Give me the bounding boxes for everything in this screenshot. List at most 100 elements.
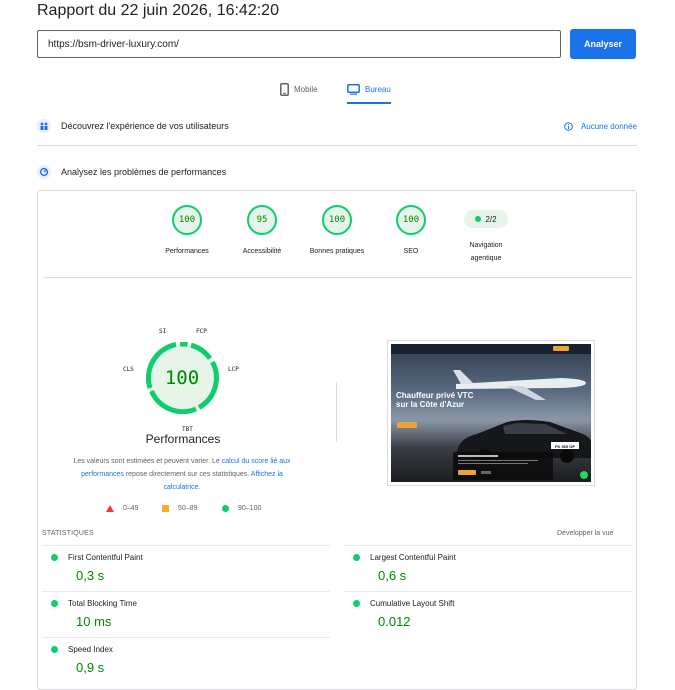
expand-view-toggle[interactable]: Développer la vue — [557, 530, 613, 537]
no-data-label: Aucune donnée — [581, 122, 637, 131]
performance-score: 100 — [137, 342, 227, 414]
gauge-label-lcp: LCP — [228, 366, 239, 373]
cookie-text-line — [458, 460, 538, 461]
site-book-button — [397, 422, 417, 428]
score-gauge: 100 — [322, 205, 352, 235]
score-label: Bonnes pratiques — [310, 245, 364, 258]
metric-value: 0.012 — [378, 614, 633, 629]
metric-si: Speed Index 0,9 s — [51, 645, 331, 675]
metric-cls: Cumulative Layout Shift 0.012 — [353, 599, 633, 629]
score-gauge: 100 — [172, 205, 202, 235]
pass-circle-icon — [222, 505, 229, 512]
agentic-label-line1: Navigation — [469, 242, 502, 249]
metric-name: Largest Contentful Paint — [370, 553, 456, 562]
metric-divider — [344, 545, 632, 546]
tab-desktop-label: Bureau — [365, 85, 391, 94]
field-data-section: Découvrez l'expérience de vos utilisateu… — [37, 118, 637, 134]
no-data-link[interactable]: Aucune donnée — [564, 122, 637, 131]
legend-fail-label: 0–49 — [123, 505, 139, 512]
score-label: SEO — [404, 245, 419, 258]
site-headline-line1: Chauffeur privé VTC — [396, 391, 473, 400]
tab-mobile[interactable]: Mobile — [280, 78, 318, 100]
section-divider — [37, 145, 637, 146]
score-best-practices[interactable]: 100 Bonnes pratiques — [302, 205, 372, 258]
cookie-accept-button — [458, 470, 476, 475]
pass-dot-icon — [51, 646, 58, 653]
metric-fcp: First Contentful Paint 0,3 s — [51, 553, 331, 583]
legend-pass-label: 90–100 — [238, 505, 261, 512]
gauge-label-si: SI — [159, 328, 166, 335]
score-agentic-navigation[interactable]: 2/2 Navigation agentique — [451, 205, 521, 265]
agentic-label-line2: agentique — [471, 255, 502, 262]
lab-data-section: Analysez les problèmes de performances — [37, 164, 637, 180]
score-label: Accessibilité — [243, 245, 282, 258]
site-cta-badge — [553, 346, 569, 351]
cookie-banner — [453, 452, 553, 480]
lab-icon — [37, 165, 51, 179]
metric-name: Speed Index — [68, 645, 113, 654]
fail-triangle-icon — [106, 505, 114, 512]
pass-dot-icon — [353, 554, 360, 561]
metric-divider — [344, 591, 632, 592]
score-gauge: 100 — [396, 205, 426, 235]
cookie-text-line — [458, 455, 498, 457]
statistics-heading: STATISTIQUES — [42, 530, 94, 537]
metric-divider — [42, 545, 330, 546]
url-input[interactable] — [37, 30, 561, 58]
metric-tbt: Total Blocking Time 10 ms — [51, 599, 331, 629]
pass-dot-icon — [475, 216, 481, 222]
performance-title: Performances — [128, 432, 238, 446]
site-headline-line2: sur la Côte d'Azur — [396, 400, 464, 409]
card-divider — [44, 277, 632, 278]
legend-fail: 0–49 — [106, 505, 139, 512]
legend-average-label: 50–89 — [178, 505, 197, 512]
score-accessibility[interactable]: 95 Accessibilité — [227, 205, 297, 258]
info-icon — [564, 122, 573, 131]
metric-name: First Contentful Paint — [68, 553, 143, 562]
note-text-1: Les valeurs sont estimées et peuvent var… — [73, 458, 221, 465]
plate-text: FK 965 GP — [555, 444, 575, 449]
metric-divider — [42, 637, 330, 638]
agentic-pill: 2/2 — [464, 210, 508, 228]
agentic-value: 2/2 — [485, 215, 496, 224]
metric-lcp: Largest Contentful Paint 0,6 s — [353, 553, 633, 583]
phone-icon — [280, 83, 289, 96]
metric-value: 10 ms — [76, 614, 331, 629]
score-seo[interactable]: 100 SEO — [376, 205, 446, 258]
pass-dot-icon — [51, 600, 58, 607]
field-data-title: Découvrez l'expérience de vos utilisateu… — [61, 121, 229, 131]
report-title: Rapport du 22 juin 2026, 16:42:20 — [37, 2, 279, 20]
pass-dot-icon — [51, 554, 58, 561]
legend-pass: 90–100 — [222, 505, 261, 512]
score-label: Navigation agentique — [469, 239, 502, 265]
cookie-decline-button — [481, 471, 491, 474]
whatsapp-icon — [580, 471, 588, 479]
note-text-2: repose directement sur ces statistiques. — [124, 471, 251, 478]
score-gauge: 95 — [247, 205, 277, 235]
vertical-divider — [336, 382, 337, 442]
pass-dot-icon — [353, 600, 360, 607]
tab-mobile-label: Mobile — [294, 85, 318, 94]
metric-value: 0,3 s — [76, 568, 331, 583]
site-navbar — [391, 344, 591, 354]
performance-note: Les valeurs sont estimées et peuvent var… — [64, 455, 300, 494]
users-icon — [37, 119, 51, 133]
lab-data-title: Analysez les problèmes de performances — [61, 167, 226, 177]
metric-value: 0,6 s — [378, 568, 633, 583]
tab-desktop[interactable]: Bureau — [347, 78, 391, 104]
analyze-button[interactable]: Analyser — [570, 29, 636, 59]
cookie-text-line — [458, 463, 528, 464]
metric-divider — [42, 591, 330, 592]
score-performance[interactable]: 100 Performances — [152, 205, 222, 258]
desktop-icon — [347, 84, 360, 95]
page-screenshot[interactable]: Chauffeur privé VTC sur la Côte d'Azur F… — [387, 340, 595, 486]
gauge-label-cls: CLS — [123, 366, 134, 373]
metric-name: Total Blocking Time — [68, 599, 137, 608]
score-label: Performances — [165, 245, 209, 258]
average-square-icon — [162, 505, 169, 512]
gauge-label-fcp: FCP — [196, 328, 207, 335]
site-headline: Chauffeur privé VTC sur la Côte d'Azur — [396, 391, 473, 409]
metric-value: 0,9 s — [76, 660, 331, 675]
screenshot-image: Chauffeur privé VTC sur la Côte d'Azur F… — [391, 344, 591, 482]
legend-average: 50–89 — [162, 505, 197, 512]
